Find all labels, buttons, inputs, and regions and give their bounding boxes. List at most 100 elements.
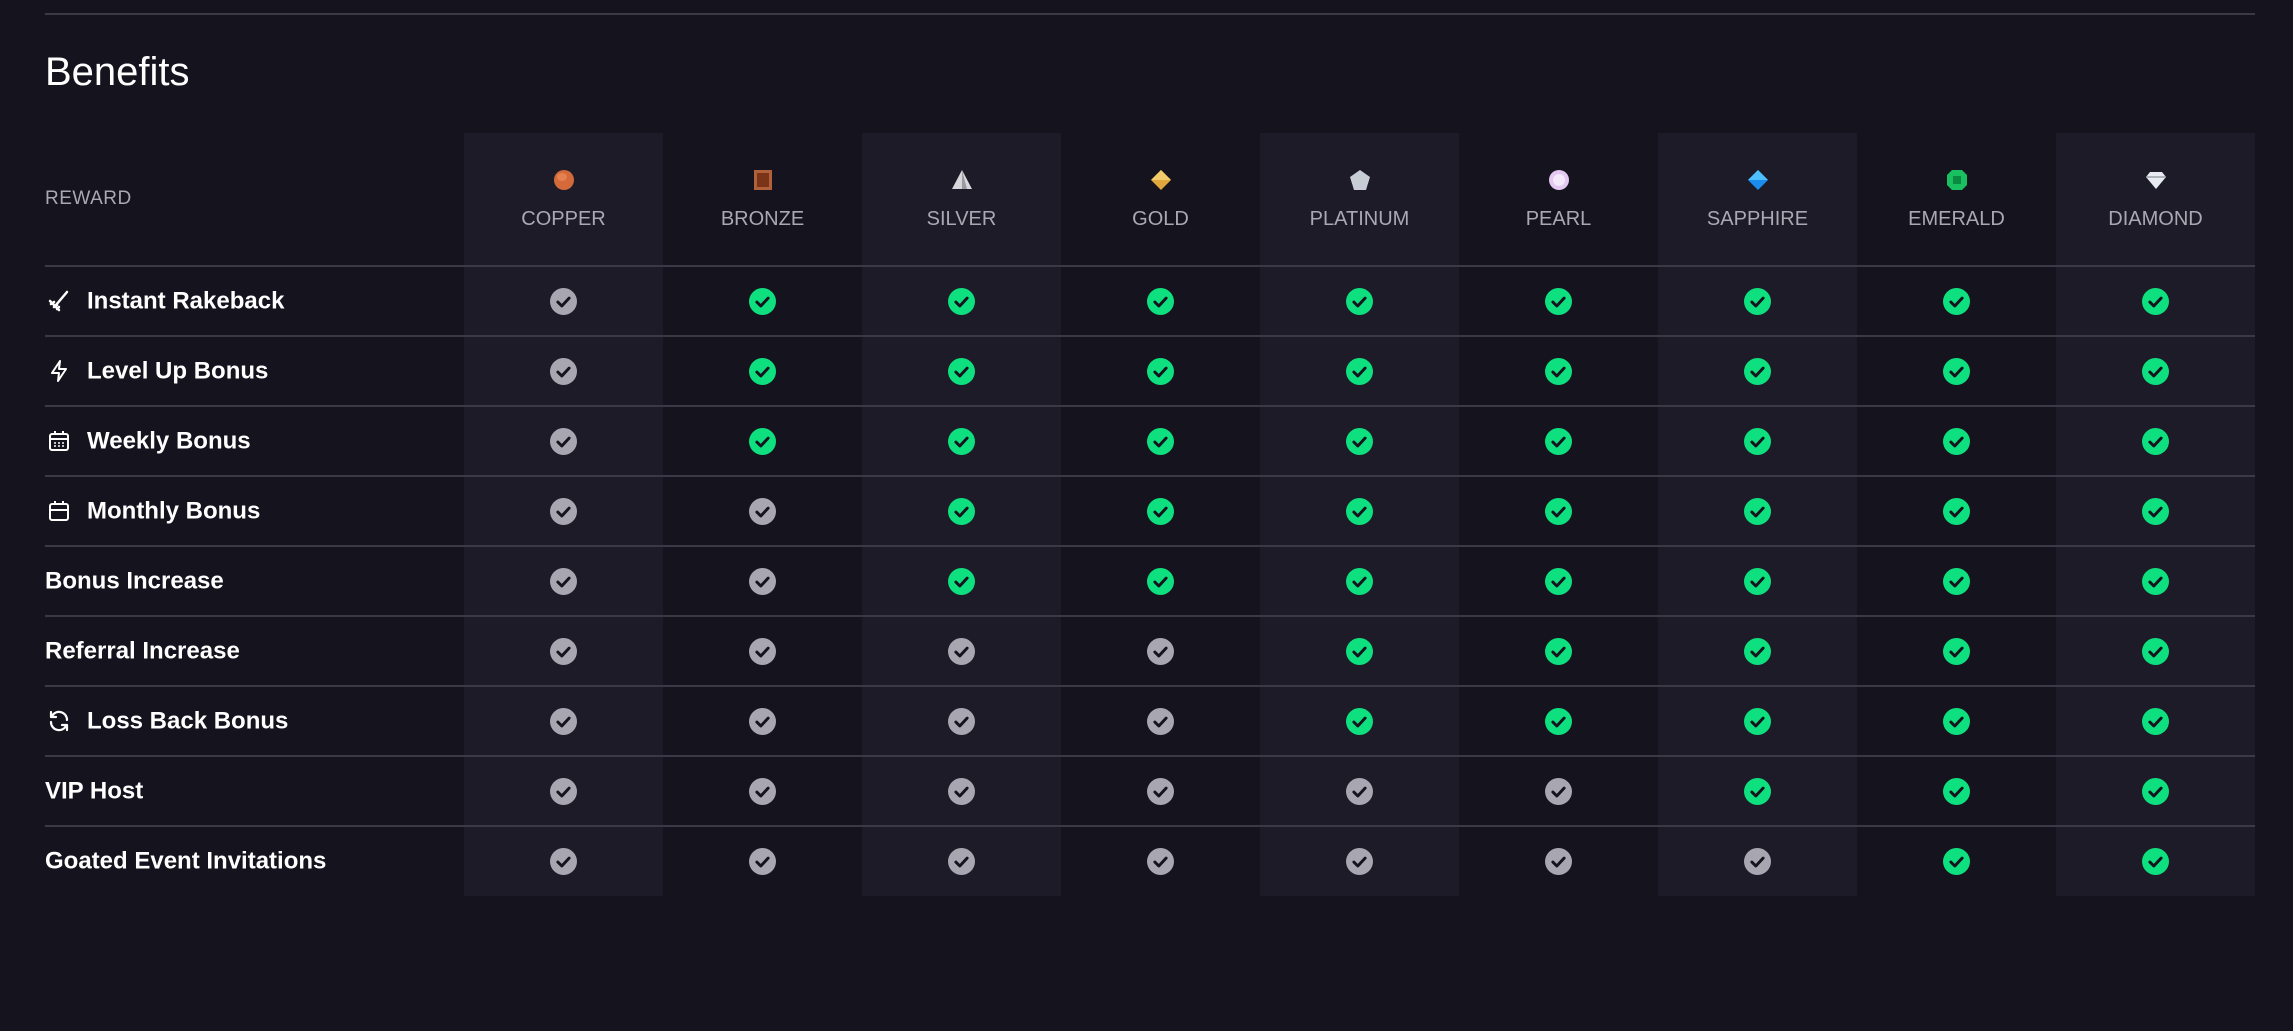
check-unavailable-icon xyxy=(550,497,577,525)
check-available-icon xyxy=(1346,567,1373,595)
benefit-cell-silver xyxy=(862,686,1061,757)
benefit-cell-bronze xyxy=(663,686,862,757)
benefit-cell-sapphire xyxy=(1658,476,1857,547)
header-row: REWARD COPPER BRONZE SILVER GOLD PLATINUM PEA… xyxy=(45,133,2255,267)
benefit-cell-bronze xyxy=(663,546,862,617)
check-unavailable-icon xyxy=(948,777,975,805)
table-row: Instant Rakeback xyxy=(45,266,2255,337)
check-available-icon xyxy=(1744,427,1771,455)
check-available-icon xyxy=(1346,637,1373,665)
reward-name: Instant Rakeback xyxy=(87,287,285,315)
tier-header-sapphire: SAPPHIRE xyxy=(1658,133,1857,267)
tier-name: PEARL xyxy=(1525,207,1592,230)
check-unavailable-icon xyxy=(550,707,577,735)
benefit-cell-diamond xyxy=(2056,266,2255,337)
check-available-icon xyxy=(749,287,776,315)
check-unavailable-icon xyxy=(749,497,776,525)
check-available-icon xyxy=(1147,567,1174,595)
benefit-cell-platinum xyxy=(1260,336,1459,407)
check-unavailable-icon xyxy=(1346,848,1373,875)
reward-name: Weekly Bonus xyxy=(87,427,251,455)
table-row: Weekly Bonus xyxy=(45,406,2255,477)
benefit-cell-platinum xyxy=(1260,686,1459,757)
benefit-cell-sapphire xyxy=(1658,756,1857,827)
check-available-icon xyxy=(1545,567,1572,595)
check-available-icon xyxy=(1545,637,1572,665)
check-available-icon xyxy=(2142,707,2169,735)
calendar-grid-icon xyxy=(49,431,69,452)
table-row: Bonus Increase xyxy=(45,546,2255,617)
benefit-cell-gold xyxy=(1061,756,1260,827)
diamond-gem-icon xyxy=(2145,171,2166,189)
rake-icon xyxy=(48,291,69,312)
benefit-cell-bronze xyxy=(663,336,862,407)
benefit-cell-bronze xyxy=(663,756,862,827)
reward-label-cell: VIP Host xyxy=(45,756,464,827)
benefit-cell-platinum xyxy=(1260,546,1459,617)
check-available-icon xyxy=(1147,357,1174,385)
check-available-icon xyxy=(2142,497,2169,525)
check-unavailable-icon xyxy=(550,567,577,595)
benefit-cell-platinum xyxy=(1260,476,1459,547)
benefit-cell-sapphire xyxy=(1658,686,1857,757)
table-row: Level Up Bonus xyxy=(45,336,2255,407)
benefit-cell-copper xyxy=(464,406,663,477)
tier-header-bronze: BRONZE xyxy=(663,133,862,267)
benefit-cell-silver xyxy=(862,546,1061,617)
check-unavailable-icon xyxy=(749,567,776,595)
benefit-cell-sapphire xyxy=(1658,546,1857,617)
check-unavailable-icon xyxy=(1147,707,1174,735)
check-available-icon xyxy=(1744,707,1771,735)
benefit-cell-sapphire xyxy=(1658,616,1857,687)
check-available-icon xyxy=(1943,427,1970,455)
reward-label-cell: Monthly Bonus xyxy=(45,476,464,547)
reward-column-header: REWARD xyxy=(45,133,464,267)
benefit-cell-sapphire xyxy=(1658,406,1857,477)
benefit-cell-diamond xyxy=(2056,546,2255,617)
benefit-cell-sapphire xyxy=(1658,266,1857,337)
benefit-cell-gold xyxy=(1061,336,1260,407)
check-available-icon xyxy=(1943,567,1970,595)
check-available-icon xyxy=(1744,637,1771,665)
benefit-cell-pearl xyxy=(1459,826,1658,896)
check-unavailable-icon xyxy=(1545,777,1572,805)
pearl-icon xyxy=(1548,169,1569,190)
benefit-cell-copper xyxy=(464,686,663,757)
tier-header-pearl: PEARL xyxy=(1459,133,1658,267)
reward-label-cell: Instant Rakeback xyxy=(45,266,464,337)
check-unavailable-icon xyxy=(1147,637,1174,665)
benefit-cell-pearl xyxy=(1459,686,1658,757)
check-available-icon xyxy=(948,497,975,525)
benefit-cell-sapphire xyxy=(1658,336,1857,407)
benefit-cell-platinum xyxy=(1260,406,1459,477)
benefit-cell-pearl xyxy=(1459,406,1658,477)
reward-label-cell: Bonus Increase xyxy=(45,546,464,617)
benefit-cell-gold xyxy=(1061,826,1260,896)
benefit-cell-silver xyxy=(862,826,1061,896)
benefit-cell-gold xyxy=(1061,686,1260,757)
reward-label-cell: Referral Increase xyxy=(45,616,464,687)
benefit-cell-gold xyxy=(1061,546,1260,617)
check-unavailable-icon xyxy=(749,848,776,875)
check-available-icon xyxy=(2142,287,2169,315)
check-available-icon xyxy=(1346,497,1373,525)
tier-name: DIAMOND xyxy=(2108,207,2203,230)
benefit-cell-diamond xyxy=(2056,756,2255,827)
check-available-icon xyxy=(1744,567,1771,595)
table-row: Loss Back Bonus xyxy=(45,686,2255,757)
benefit-cell-gold xyxy=(1061,406,1260,477)
check-unavailable-icon xyxy=(1147,848,1174,875)
benefit-cell-bronze xyxy=(663,266,862,337)
check-available-icon xyxy=(1943,707,1970,735)
check-available-icon xyxy=(1346,707,1373,735)
benefit-cell-silver xyxy=(862,406,1061,477)
reward-label-cell: Loss Back Bonus xyxy=(45,686,464,757)
benefit-cell-copper xyxy=(464,336,663,407)
check-unavailable-icon xyxy=(749,637,776,665)
tier-header-diamond: DIAMOND xyxy=(2056,133,2255,267)
copper-coin-icon xyxy=(553,169,574,190)
check-available-icon xyxy=(1545,357,1572,385)
tier-name: SAPPHIRE xyxy=(1706,207,1809,230)
reward-label-cell: Goated Event Invitations xyxy=(45,826,464,896)
check-available-icon xyxy=(2142,427,2169,455)
